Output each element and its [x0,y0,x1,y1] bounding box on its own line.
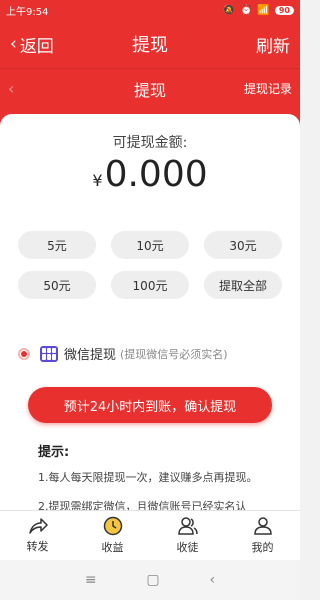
confirm-withdraw-button[interactable]: 预计24小时内到账，确认提现 [28,387,272,423]
tab-label: 收徒 [176,541,199,554]
bottom-tab-bar: 转发 收益 收徒 我的 [0,510,300,560]
tab-label: 收益 [101,541,124,554]
menu-icon[interactable]: ≡ [85,572,97,588]
tab-share[interactable]: 转发 [0,511,75,560]
status-time: 上午9:54 [6,6,49,18]
share-icon [28,518,48,534]
wifi-icon: 📶 [257,4,270,16]
amount-option-all[interactable]: 提取全部 [204,271,282,299]
withdraw-card: 可提现金额: ¥0.000 5元 10元 30元 50元 100元 提取全部 微… [0,114,300,513]
currency-symbol: ¥ [92,171,103,190]
system-nav-bar: ≡ ▢ ‹ [0,560,300,600]
method-name: 微信提现 [64,348,117,363]
radio-button[interactable] [18,347,30,360]
users-icon [177,517,198,535]
refresh-button[interactable]: 刷新 [256,32,290,57]
amount-option-50[interactable]: 50元 [18,271,96,299]
tab-mine[interactable]: 我的 [225,511,300,560]
chevron-left-icon: ‹ [10,34,17,54]
title-bar: ‹ 返回 提现 刷新 [0,20,300,68]
tab-apprentice[interactable]: 收徒 [150,511,225,560]
back-icon[interactable]: ‹ [209,572,215,588]
sub-header: ‹ 提现 提现记录 [0,68,300,108]
method-hint: (提现微信号必须实名) [120,347,228,361]
calculator-icon [40,345,58,362]
back-label: 返回 [19,36,54,57]
balance-value: 0.000 [104,154,208,195]
mute-icon: 🔕 [222,4,235,16]
balance-label: 可提现金额: [112,135,188,151]
back-button[interactable]: ‹ 返回 [10,32,54,57]
status-icons: 🔕 ⏰ 📶 90 [222,4,294,16]
tab-label: 我的 [251,541,274,554]
amount-option-5[interactable]: 5元 [18,231,96,259]
battery-icon: 90 [274,5,294,15]
withdraw-record-link[interactable]: 提现记录 [244,80,292,97]
amount-option-10[interactable]: 10元 [111,231,189,259]
tips-title: 提示: [38,445,70,460]
tip-item: 1.每人每天限提现一次，建议赚多点再提现。 [38,471,258,484]
alarm-icon: ⏰ [239,4,253,16]
wechat-withdraw-option[interactable]: 微信提现 (提现微信号必须实名) [18,344,228,363]
balance-amount: ¥0.000 [0,154,300,195]
tab-label: 转发 [26,540,49,553]
clock-icon [103,516,122,536]
status-bar: 上午9:54 🔕 ⏰ 📶 90 [0,0,300,20]
amount-option-100[interactable]: 100元 [111,271,189,299]
tab-earnings[interactable]: 收益 [75,511,150,560]
amount-option-30[interactable]: 30元 [204,231,282,259]
chevron-left-icon[interactable]: ‹ [8,79,14,98]
user-icon [253,517,272,535]
home-icon[interactable]: ▢ [146,572,159,588]
